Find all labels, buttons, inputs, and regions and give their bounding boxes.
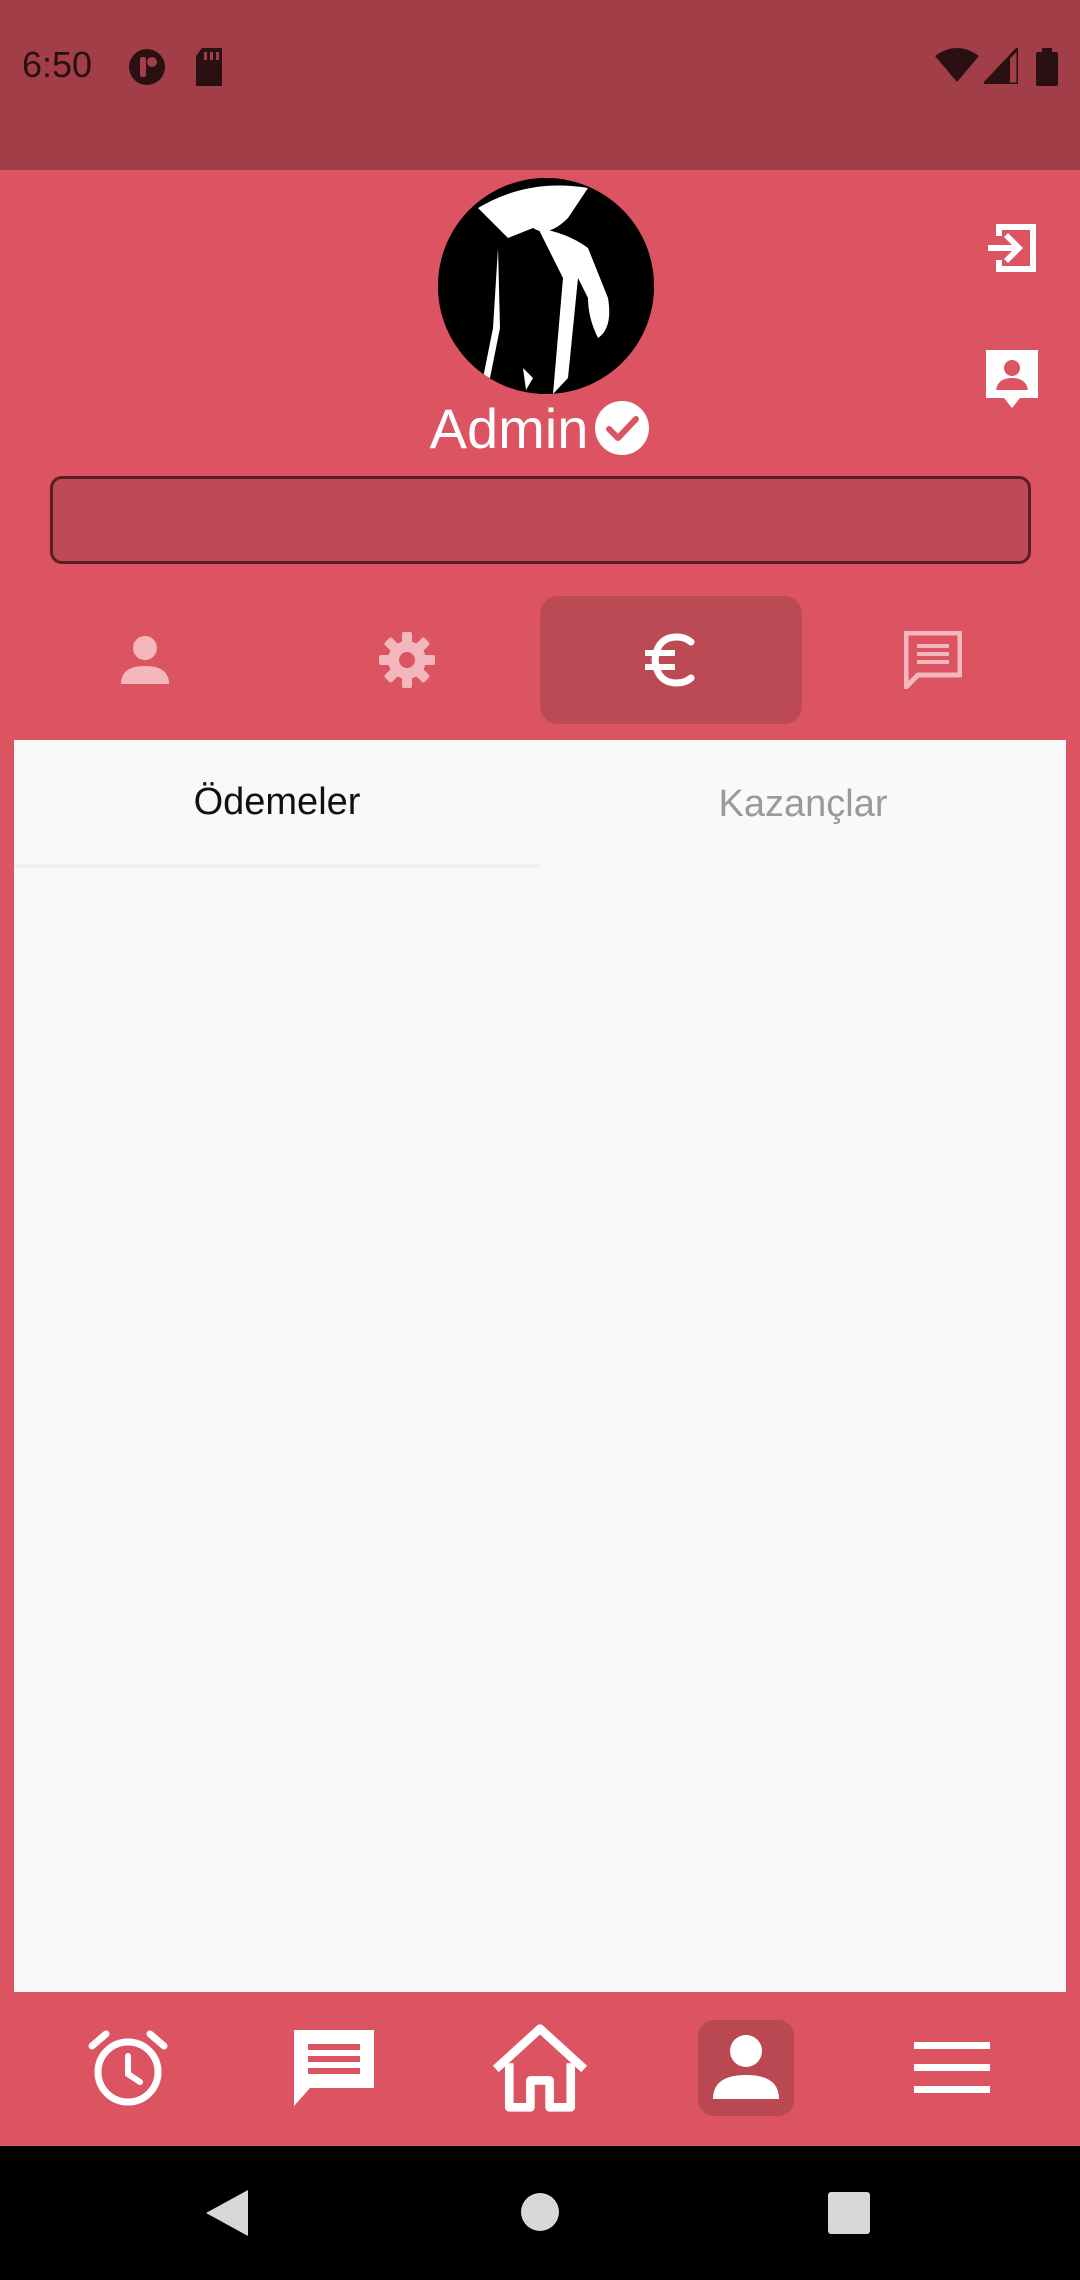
chat-icon [904, 631, 962, 689]
avatar[interactable] [438, 178, 654, 394]
back-icon[interactable] [204, 2188, 250, 2238]
person-icon [121, 636, 169, 684]
content-panel: Ödemeler Kazançlar [14, 740, 1066, 1992]
check-circle-icon [595, 401, 650, 455]
message-icon [294, 2030, 374, 2106]
nav-menu[interactable] [904, 2020, 1000, 2116]
username-row: Admin [0, 392, 1080, 464]
profile-tabs [0, 596, 1080, 724]
nav-reminders[interactable] [80, 2020, 176, 2116]
contact-card-icon[interactable] [984, 348, 1040, 410]
subtabs: Ödemeler Kazançlar [14, 740, 1066, 868]
euro-icon [645, 633, 695, 687]
status-bar: 6:50 [0, 0, 1080, 170]
account-icon [713, 2035, 779, 2099]
sd-card-icon [196, 48, 222, 86]
system-navigation-bar [0, 2146, 1080, 2280]
signal-icon [984, 48, 1018, 84]
tab-messages[interactable] [802, 596, 1064, 724]
menu-icon [914, 2042, 990, 2093]
home-circle-icon[interactable] [520, 2192, 560, 2232]
login-icon[interactable] [984, 218, 1040, 278]
alarm-clock-icon [88, 2030, 168, 2106]
tab-payments[interactable] [540, 596, 802, 724]
tab-settings[interactable] [276, 596, 538, 724]
status-time: 6:50 [22, 44, 93, 85]
home-icon [492, 2024, 588, 2112]
nav-profile[interactable] [698, 2020, 794, 2116]
wifi-icon [935, 48, 979, 82]
bio-field[interactable] [50, 476, 1031, 564]
gear-icon [379, 632, 435, 688]
nav-home[interactable] [492, 2020, 588, 2116]
avatar-image [438, 178, 654, 394]
recents-icon[interactable] [828, 2192, 870, 2234]
tab-profile[interactable] [14, 596, 276, 724]
nav-messages[interactable] [286, 2020, 382, 2116]
bottom-navigation [0, 1992, 1080, 2146]
battery-icon [1036, 48, 1058, 86]
subtab-earnings[interactable]: Kazançlar [540, 740, 1066, 868]
subtab-payments[interactable]: Ödemeler [14, 740, 540, 868]
username: Admin [429, 396, 589, 460]
notification-icon [129, 49, 165, 85]
